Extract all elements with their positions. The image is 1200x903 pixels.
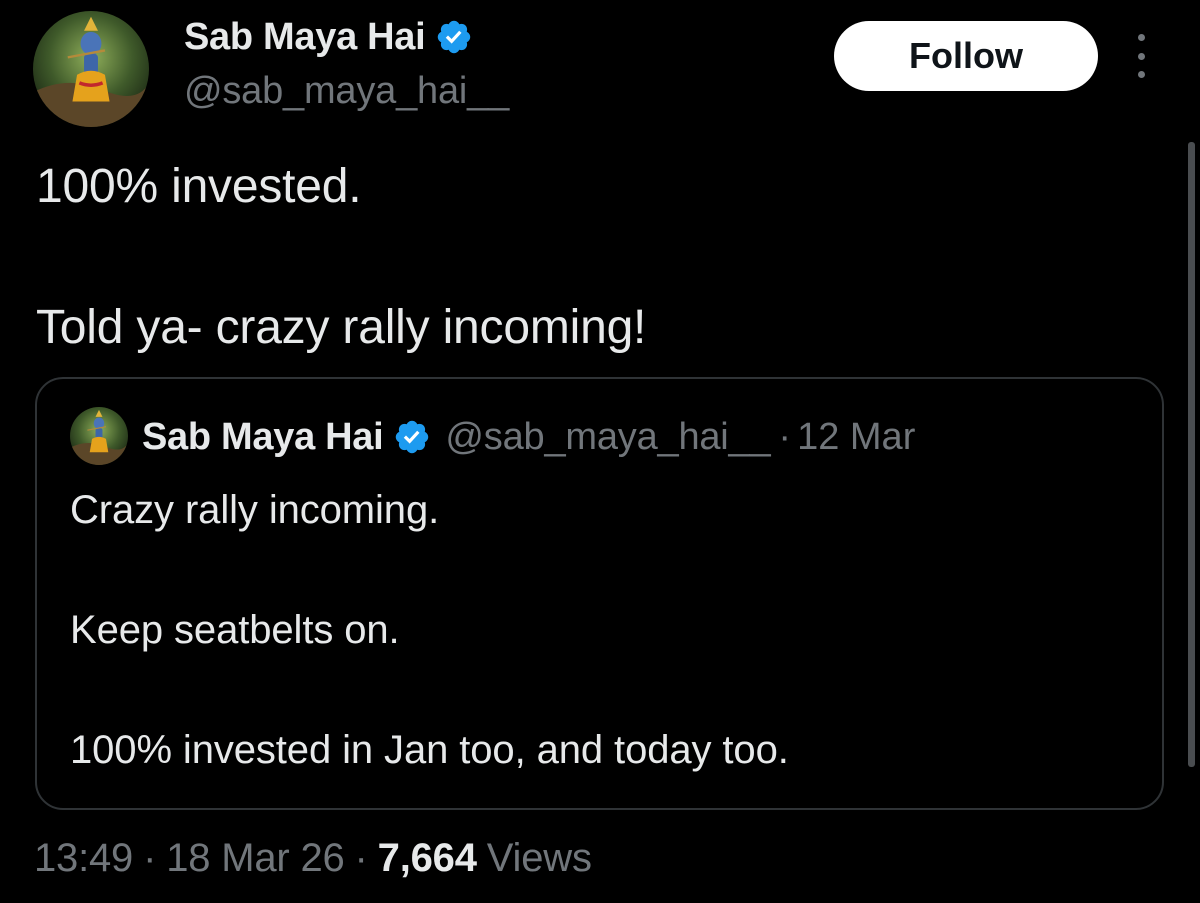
- quoted-author-display-name: Sab Maya Hai: [142, 415, 384, 458]
- more-options-icon[interactable]: [1124, 34, 1158, 78]
- tweet-meta: 13:49 · 18 Mar 26 · 7,664 Views: [34, 836, 592, 881]
- views-count[interactable]: 7,664: [378, 836, 477, 881]
- quoted-author-avatar[interactable]: [70, 407, 128, 465]
- verified-badge-icon[interactable]: [435, 18, 473, 56]
- author-display-name[interactable]: Sab Maya Hai: [184, 16, 426, 59]
- avatar-image-icon: [33, 11, 149, 127]
- tweet-text-line: Told ya- crazy rally incoming!: [36, 301, 647, 354]
- avatar-image-icon: [70, 407, 128, 465]
- dot-separator: ·: [143, 836, 157, 880]
- tweet-date[interactable]: 18 Mar 26: [166, 836, 345, 881]
- tweet-text-line: 100% invested.: [36, 160, 362, 213]
- quoted-tweet-header: Sab Maya Hai @sab_maya_hai__ · 12 Mar: [142, 413, 915, 461]
- quoted-author-handle: @sab_maya_hai__: [445, 415, 771, 458]
- follow-button[interactable]: Follow: [834, 21, 1098, 91]
- tweet-detail: Sab Maya Hai @sab_maya_hai__ Follow 100%…: [0, 0, 1200, 903]
- dot-separator: ·: [778, 415, 792, 458]
- author-name-row: Sab Maya Hai: [184, 14, 473, 60]
- scrollbar[interactable]: [1188, 142, 1195, 767]
- author-avatar[interactable]: [33, 11, 149, 127]
- tweet-time[interactable]: 13:49: [34, 836, 133, 881]
- quoted-tweet-card[interactable]: Sab Maya Hai @sab_maya_hai__ · 12 Mar Cr…: [35, 377, 1164, 810]
- quoted-tweet-text-line: Crazy rally incoming.: [70, 488, 440, 532]
- verified-badge-icon: [393, 418, 431, 456]
- dot-separator: ·: [354, 836, 368, 880]
- quoted-tweet-text-line: Keep seatbelts on.: [70, 608, 400, 652]
- views-label[interactable]: Views: [487, 836, 592, 881]
- quoted-tweet-date: 12 Mar: [797, 415, 916, 458]
- quoted-tweet-text-line: 100% invested in Jan too, and today too.: [70, 728, 789, 772]
- author-handle[interactable]: @sab_maya_hai__: [184, 70, 509, 113]
